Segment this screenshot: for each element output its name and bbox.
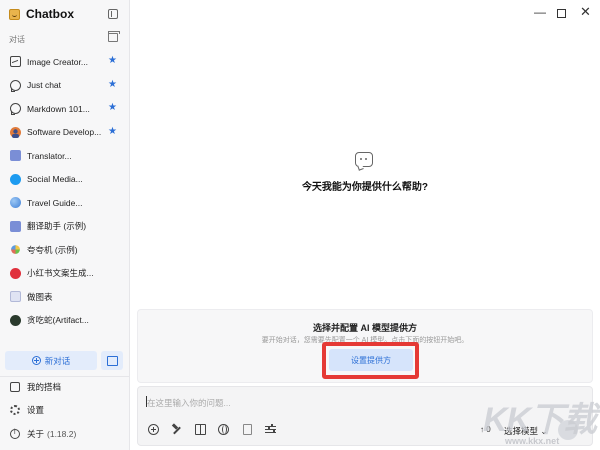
chart-icon (10, 291, 21, 303)
watermark: KK下载 www.kkx.net (475, 392, 600, 450)
chat-item-snake[interactable]: 贪吃蛇(Artifact... (0, 309, 130, 333)
divider (0, 376, 130, 377)
about-label: 关于 (27, 429, 45, 439)
brand: Chatbox (9, 7, 74, 21)
globe-icon (10, 197, 21, 209)
chat-item-software-developer[interactable]: Software Develop... ★ (0, 121, 130, 145)
translate-icon (10, 220, 21, 232)
maximize-icon[interactable] (557, 9, 566, 18)
star-icon[interactable]: ★ (108, 103, 117, 113)
archive-icon[interactable] (108, 31, 120, 42)
my-copilots-button[interactable]: 我的搭档 (10, 380, 61, 394)
sidebar: Chatbox 对话 Image Creator... ★ Just chat … (0, 0, 130, 450)
chat-item-label: Software Develop... (27, 127, 102, 138)
chat-item-label: 翻译助手 (示例) (27, 221, 87, 232)
translate-icon (10, 150, 21, 162)
settings-sliders-icon[interactable] (265, 424, 276, 435)
collapse-sidebar-icon[interactable] (108, 9, 118, 19)
chat-item-translation-assistant[interactable]: 翻译助手 (示例) (0, 215, 130, 239)
chat-item-just-chat[interactable]: Just chat ★ (0, 74, 130, 98)
chat-list: Image Creator... ★ Just chat ★ Markdown … (0, 50, 130, 332)
file-icon[interactable] (243, 424, 252, 435)
section-label: 对话 (9, 35, 25, 44)
my-copilots-label: 我的搭档 (27, 382, 62, 392)
welcome-heading: 今天我能为你提供什么帮助? (301, 182, 429, 193)
watermark-logo: KK下载 (483, 401, 597, 439)
setup-title: 选择并配置 AI 模型提供方 (312, 323, 417, 333)
chat-bubble-icon (355, 152, 373, 167)
info-icon (10, 429, 20, 439)
knowledge-base-icon[interactable] (195, 424, 206, 435)
chat-item-label: 夸夸机 (示例) (27, 244, 78, 255)
chat-item-translator[interactable]: Translator... (0, 144, 130, 168)
chat-item-label: Travel Guide... (27, 197, 83, 208)
new-chat-button[interactable]: 新对话 (5, 351, 97, 370)
gear-icon (10, 405, 20, 415)
chat-bubble-icon (10, 103, 21, 116)
setup-provider-button[interactable]: 设置提供方 (329, 349, 413, 371)
settings-label: 设置 (27, 405, 45, 415)
message-input[interactable]: 在这里输入你的问题... (147, 397, 231, 409)
star-icon[interactable]: ★ (108, 126, 117, 137)
star-icon[interactable]: ★ (108, 79, 117, 90)
chatbox-logo-icon (9, 8, 20, 20)
image-icon (10, 56, 21, 68)
tools-icon[interactable] (171, 424, 182, 435)
star-icon[interactable]: ★ (108, 56, 117, 66)
chat-item-label: Just chat (27, 80, 62, 91)
chat-item-label: 做图表 (27, 291, 53, 302)
sparkle-icon (11, 245, 20, 255)
chat-item-praise-bot[interactable]: 夸夸机 (示例) (0, 238, 130, 262)
chat-item-label: Translator... (27, 150, 72, 161)
plus-circle-icon (31, 356, 41, 365)
close-icon[interactable]: ✕ (580, 4, 591, 20)
chat-item-make-chart[interactable]: 做图表 (0, 285, 130, 309)
chat-item-label: Social Media... (27, 174, 83, 185)
settings-button[interactable]: 设置 (10, 403, 44, 417)
about-button[interactable]: 关于 (1.18.2) (10, 427, 76, 441)
chat-item-label: Image Creator... (27, 56, 88, 67)
avatar-icon (10, 126, 21, 138)
chat-item-markdown[interactable]: Markdown 101... ★ (0, 97, 130, 121)
chat-item-label: 贪吃蛇(Artifact... (27, 315, 89, 326)
twitter-icon (10, 173, 21, 185)
snake-avatar-icon (10, 314, 21, 326)
minimize-icon[interactable]: — (534, 5, 546, 19)
watermark-url: www.kkx.net (505, 436, 560, 446)
chat-item-image-creator[interactable]: Image Creator... ★ (0, 50, 130, 74)
new-chat-label: 新对话 (44, 355, 71, 366)
chat-item-label: 小红书文案生成... (27, 268, 94, 279)
new-image-chat-button[interactable] (101, 351, 123, 370)
copilot-icon (10, 382, 20, 392)
chat-item-label: Markdown 101... (27, 103, 90, 114)
chat-bubble-icon (10, 79, 21, 92)
xiaohongshu-icon (10, 267, 21, 279)
chat-item-social-media[interactable]: Social Media... (0, 168, 130, 192)
web-search-icon[interactable] (218, 424, 229, 435)
setup-provider-card: 选择并配置 AI 模型提供方 要开始对话，您需要先配置一个 AI 模型。点击下面… (137, 309, 593, 383)
version-label: (1.18.2) (47, 429, 77, 439)
app-name: Chatbox (26, 7, 74, 21)
chat-item-xiaohongshu[interactable]: 小红书文案生成... (0, 262, 130, 286)
add-attachment-icon[interactable] (148, 424, 159, 435)
chat-item-travel-guide[interactable]: Travel Guide... (0, 191, 130, 215)
